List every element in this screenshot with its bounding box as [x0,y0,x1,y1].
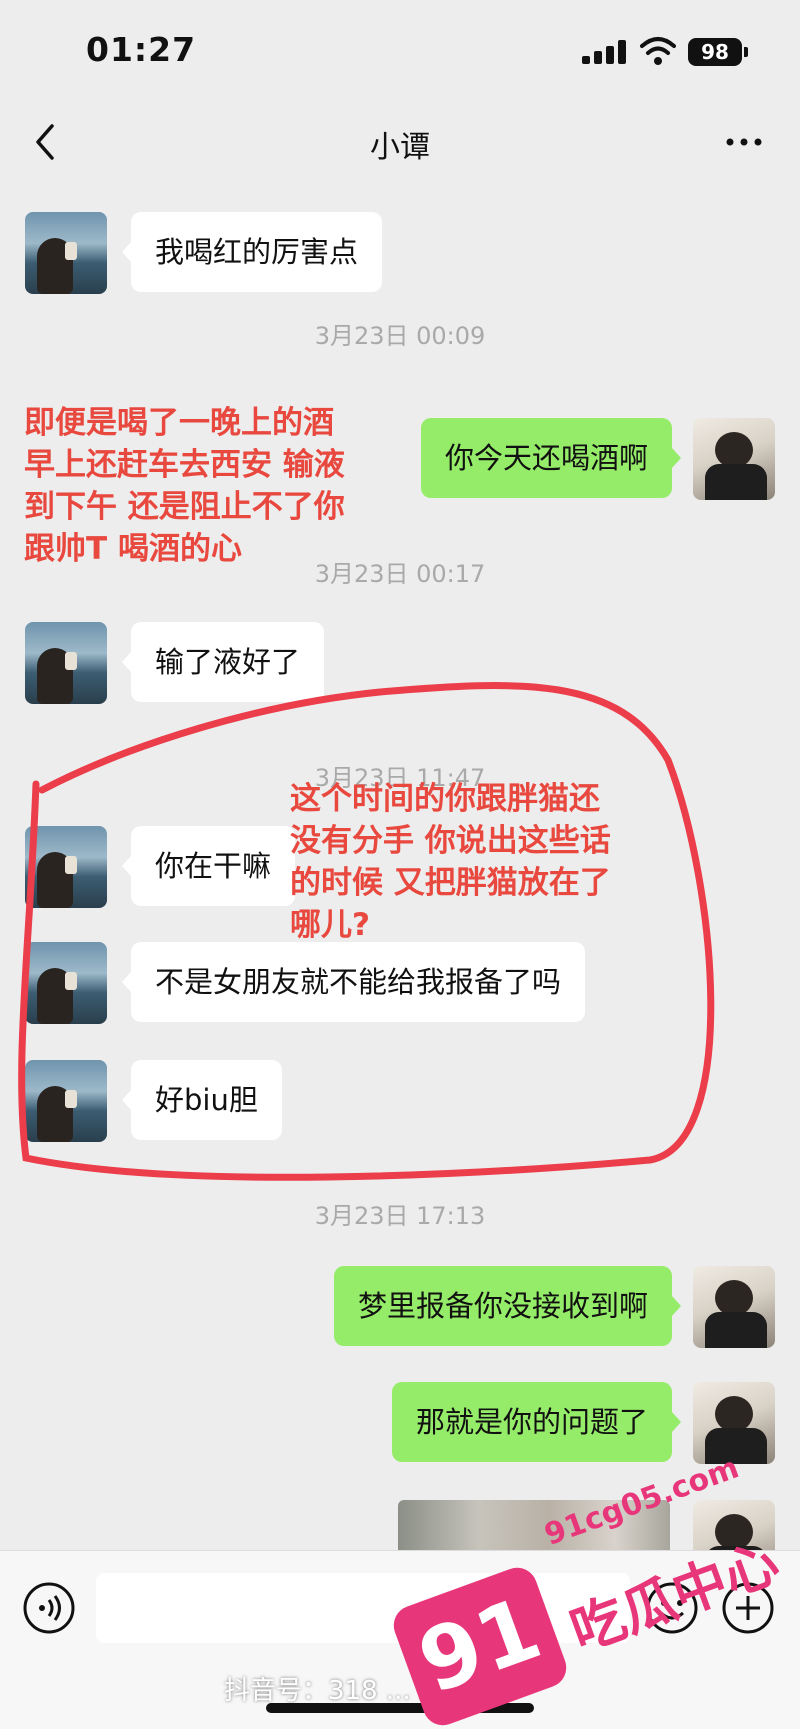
battery-cap [744,47,748,57]
battery-icon: 98 [688,38,742,66]
wifi-icon [640,37,676,65]
red-circle-annotation [18,682,715,1181]
status-time: 01:27 [86,30,197,69]
status-bar: 01:27 98 [0,0,800,100]
signal-icon [582,40,626,64]
more-options-icon[interactable] [722,120,766,164]
chat-area[interactable]: 我喝红的厉害点 3月23日 00:09 你今天还喝酒啊 3月23日 00:17 … [0,184,800,1550]
voice-input-icon[interactable] [22,1581,76,1635]
chat-title: 小谭 [370,130,430,165]
chat-header: 小谭 [0,100,800,184]
